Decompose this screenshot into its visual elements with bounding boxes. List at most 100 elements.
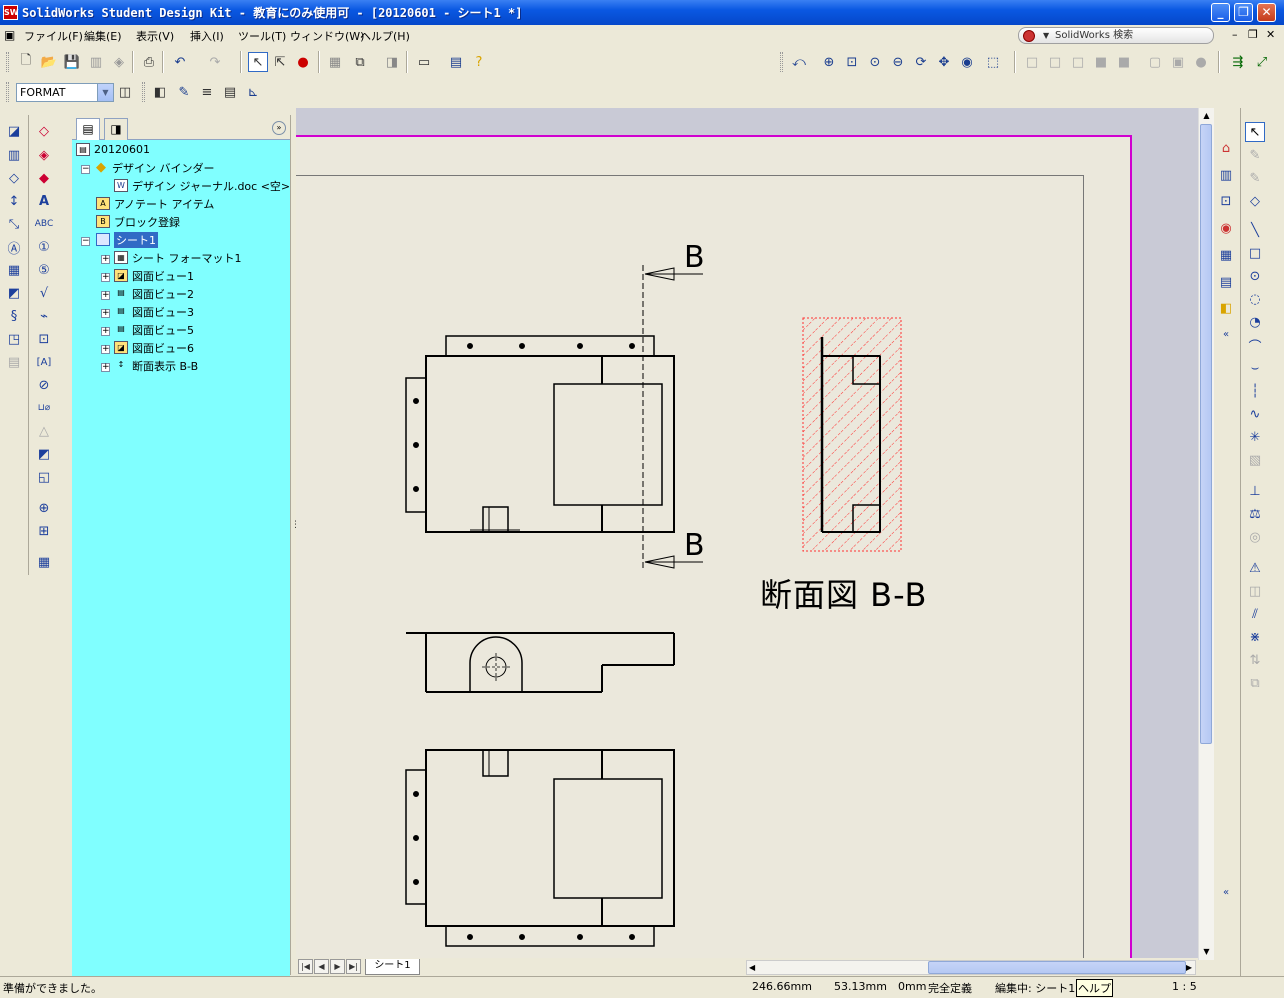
home-icon[interactable]: ⌂ [1216, 138, 1236, 158]
three-point-arc-icon[interactable]: ⌣ [1245, 358, 1265, 378]
layer-properties-icon[interactable]: ◫ [115, 82, 135, 102]
doc-restore-button[interactable]: ❐ [1248, 28, 1258, 41]
perimeter-circle-icon[interactable]: ◌ [1245, 289, 1265, 309]
menu-edit[interactable]: 編集(E) [84, 28, 122, 44]
add-relation-icon[interactable]: ⊥ [1245, 481, 1265, 501]
tangent-arc-icon[interactable]: ⌒ [1245, 335, 1265, 355]
auto-balloon-icon[interactable]: ⑤ [34, 260, 54, 280]
sheet-tab-sheet1[interactable]: シート1 [365, 959, 420, 975]
broken-out-section-icon[interactable]: ▦ [4, 260, 24, 280]
zoom-fit-icon[interactable]: ⊕ [819, 52, 839, 72]
geometric-tolerance-icon[interactable]: ⊡ [34, 329, 54, 349]
scale-status[interactable]: 1 : 5 [1172, 980, 1197, 993]
centerline-icon[interactable]: ┆ [1245, 381, 1265, 401]
aligned-section-icon[interactable]: ⤡ [4, 214, 24, 234]
zoom-selection-icon[interactable]: ⊖ [888, 52, 908, 72]
expand-icon[interactable]: + [101, 309, 110, 318]
vertical-scroll-thumb[interactable] [1200, 124, 1212, 744]
abc-spell-icon[interactable]: ABC [34, 214, 54, 234]
section-label-bottom[interactable]: B [684, 531, 705, 561]
collapse-taskpane-icon[interactable]: « [1216, 324, 1236, 344]
hidden-lines-icon[interactable]: ▣ [1168, 52, 1188, 72]
auxiliary-view-icon[interactable]: ◇ [4, 168, 24, 188]
layers-icon[interactable]: ◧ [150, 82, 170, 102]
predefined-view-icon[interactable]: ▤ [4, 352, 24, 372]
resources-icon[interactable]: ▥ [1216, 165, 1236, 185]
tree-item-sheet-format[interactable]: ▦ シート フォーマット1 [114, 249, 242, 266]
rebuild-traffic-light-icon[interactable]: ● [293, 52, 313, 72]
expand-panel-icon[interactable]: » [272, 121, 286, 135]
front-view-icon[interactable]: □ [1022, 52, 1042, 72]
surface-finish-icon[interactable]: √ [34, 283, 54, 303]
new-document-icon[interactable]: 🗋 [16, 52, 36, 72]
line-font-icon[interactable]: ⊾ [243, 82, 263, 102]
propertymanager-tab-icon[interactable]: ◨ [104, 118, 128, 140]
close-button[interactable]: ✕ [1257, 3, 1276, 22]
alternate-position-icon[interactable]: ◳ [4, 329, 24, 349]
prev-sheet-icon[interactable]: ◀ [314, 959, 329, 974]
last-sheet-icon[interactable]: ▶| [346, 959, 361, 974]
window-layout-icon[interactable]: ▭ [414, 52, 434, 72]
doc-close-button[interactable]: ✕ [1266, 28, 1275, 41]
display-relations-icon[interactable]: ⚖ [1245, 504, 1265, 524]
expand-icon[interactable]: + [101, 363, 110, 372]
properties-icon[interactable]: ▤ [446, 52, 466, 72]
expand-icon[interactable]: + [101, 255, 110, 264]
centerpoint-arc-icon[interactable]: ◔ [1245, 312, 1265, 332]
make-drawing-icon[interactable]: ▥ [86, 52, 106, 72]
shaded-icon[interactable]: ● [1191, 52, 1211, 72]
view-orientation-icon[interactable]: ⧉ [350, 52, 370, 72]
maximize-button[interactable]: ❐ [1234, 3, 1253, 22]
tree-item-blocks[interactable]: B ブロック登録 [96, 213, 180, 230]
datum-target-icon[interactable]: ⊘ [34, 375, 54, 395]
line-icon[interactable]: ╲ [1245, 220, 1265, 240]
view-palette-icon[interactable]: ▦ [1216, 245, 1236, 265]
sketch-relations-icon[interactable]: ⇶ [1228, 52, 1248, 72]
help-icon[interactable]: ? [469, 52, 489, 72]
block-icon[interactable]: ◱ [34, 467, 54, 487]
line-style-icon[interactable]: ▤ [220, 82, 240, 102]
smart-dimension-icon[interactable]: ◇ [34, 121, 54, 141]
print-icon[interactable]: ⎙ [139, 52, 159, 72]
expand-icon[interactable]: + [101, 273, 110, 282]
note-icon[interactable]: A [34, 191, 54, 211]
doc-minimize-button[interactable]: – [1232, 28, 1238, 41]
menu-view[interactable]: 表示(V) [136, 28, 174, 44]
3d-sketch-icon[interactable]: ✎ [1245, 168, 1265, 188]
custom-properties-icon[interactable]: ◧ [1216, 298, 1236, 318]
scroll-right-icon[interactable]: ▶ [1186, 961, 1192, 974]
next-sheet-icon[interactable]: ▶ [330, 959, 345, 974]
menu-tools[interactable]: ツール(T) [238, 28, 286, 44]
horizontal-scroll-thumb[interactable] [928, 961, 1186, 974]
select-icon[interactable]: ↖ [1245, 122, 1265, 142]
previous-view-icon[interactable]: ⤺ [789, 52, 809, 72]
model-items-icon[interactable]: ◈ [34, 145, 54, 165]
section-view-icon[interactable]: ↕ [4, 191, 24, 211]
trim-icon[interactable]: ⫽ [1245, 604, 1265, 624]
tree-item-design-journal[interactable]: W デザイン ジャーナル.doc <空> [114, 177, 290, 194]
line-thickness-icon[interactable]: ≡ [197, 82, 217, 102]
zoom-area-icon[interactable]: ⊡ [842, 52, 862, 72]
select-filter-icon[interactable]: ⇱ [270, 52, 290, 72]
menu-window[interactable]: ウィンドウ(W) [290, 28, 364, 44]
make-assembly-icon[interactable]: ◈ [109, 52, 129, 72]
tree-item-view2[interactable]: ▤ 図面ビュー2 [114, 285, 194, 302]
collapse-icon[interactable]: − [81, 165, 90, 174]
search-dropdown-icon[interactable]: ▼ [1043, 28, 1049, 43]
circle-icon[interactable]: ⊙ [1245, 266, 1265, 286]
expand-icon[interactable]: + [101, 327, 110, 336]
trimetric-view-icon[interactable]: ■ [1114, 52, 1134, 72]
tree-item-sheet1[interactable]: シート1 [96, 231, 158, 248]
sketch-text-icon[interactable]: ▧ [1245, 450, 1265, 470]
pan-icon[interactable]: ✥ [934, 52, 954, 72]
featuremanager-tab-icon[interactable]: ▤ [76, 118, 100, 140]
rotate-view-icon[interactable]: ⟳ [911, 52, 931, 72]
options-icon[interactable]: ▦ [325, 52, 345, 72]
open-folder-icon[interactable]: 📂 [39, 52, 59, 72]
rectangle-icon[interactable]: □ [1245, 243, 1265, 263]
expand-icon[interactable]: + [101, 291, 110, 300]
model-view-icon[interactable]: ◪ [4, 121, 24, 141]
standard-views-icon[interactable]: ⬚ [983, 52, 1003, 72]
minimize-button[interactable]: _ [1211, 3, 1230, 22]
chevron-down-icon[interactable]: ▼ [97, 84, 113, 101]
